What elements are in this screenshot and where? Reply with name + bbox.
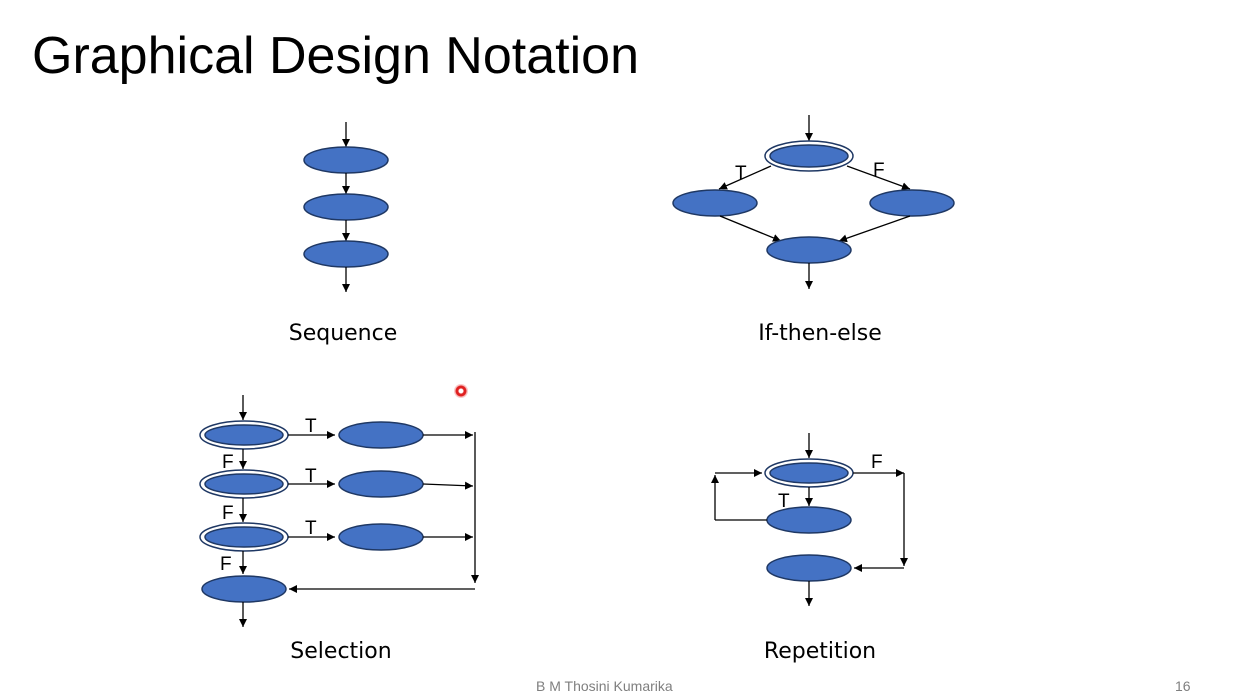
- ite-condition-node: [769, 144, 849, 168]
- selection-diagram: T F T F T F Selection: [199, 395, 479, 664]
- ite-else-node: [869, 189, 955, 217]
- selection-action-2-out: [422, 481, 474, 490]
- design-notation-diagram: Sequence T F If-then-else T F T F T F Se…: [199, 115, 955, 664]
- repetition-body-node: [766, 506, 852, 534]
- repetition-diagram: T F Repetition: [711, 433, 908, 664]
- selection-false-label-3: F: [220, 554, 232, 575]
- repetition-false-label: F: [871, 452, 883, 473]
- selection-condition-3: [204, 526, 284, 548]
- selection-true-label-2: T: [305, 466, 317, 487]
- sequence-diagram: Sequence: [289, 122, 398, 346]
- sequence-caption: Sequence: [289, 321, 398, 346]
- selection-action-2: [338, 470, 424, 498]
- repetition-caption: Repetition: [764, 639, 876, 664]
- ite-else-merge-arrow: [838, 215, 911, 243]
- sequence-node-2: [303, 193, 389, 221]
- ite-merge-node: [766, 236, 852, 264]
- selection-true-label-1: T: [305, 416, 317, 437]
- selection-true-label-3: T: [305, 518, 317, 539]
- selection-action-1: [338, 421, 424, 449]
- selection-condition-2: [204, 473, 284, 495]
- laser-pointer-dot: [454, 384, 468, 398]
- footer-author: B M Thosini Kumarika: [536, 678, 673, 694]
- selection-caption: Selection: [290, 639, 391, 664]
- selection-default-node: [201, 575, 287, 603]
- selection-condition-1: [204, 424, 284, 446]
- selection-action-3: [338, 523, 424, 551]
- repetition-condition-node: [769, 462, 849, 484]
- selection-false-label-2: F: [222, 503, 234, 524]
- slide-number: 16: [1175, 678, 1191, 694]
- ite-false-label: F: [873, 160, 885, 181]
- ite-then-node: [672, 189, 758, 217]
- if-then-else-diagram: T F If-then-else: [672, 115, 955, 346]
- ite-then-merge-arrow: [719, 215, 782, 242]
- repetition-exit-node: [766, 554, 852, 582]
- ite-true-label: T: [735, 163, 747, 184]
- if-then-else-caption: If-then-else: [758, 321, 882, 346]
- sequence-node-1: [303, 146, 389, 174]
- sequence-node-3: [303, 240, 389, 268]
